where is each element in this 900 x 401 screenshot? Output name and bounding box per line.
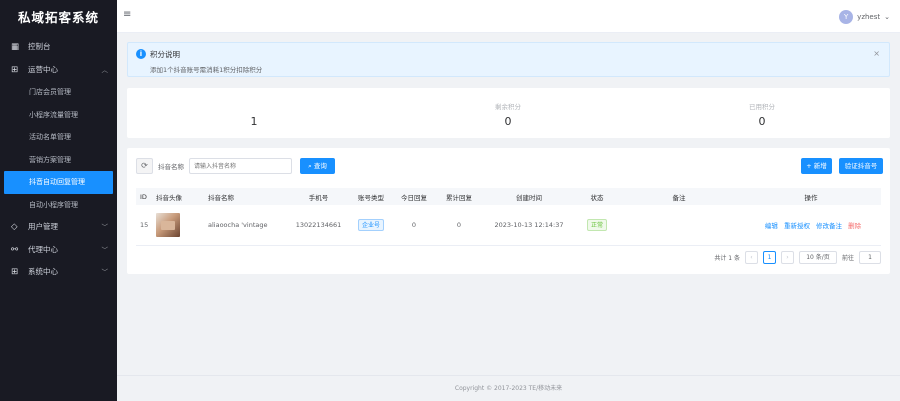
pagination-total: 共计 1 条 [714,255,740,262]
notice-title: 积分说明 [150,50,180,59]
table-header: ID 抖音头像 抖音名称 手机号 账号类型 今日回复 累计回复 创建时间 状态 … [136,188,881,205]
chevron-down-icon: ﹀ [101,268,109,276]
stat-label: 已用积分 [749,103,775,111]
stat-label: 剩余积分 [495,103,521,111]
goto-page-input[interactable]: 1 [859,251,881,264]
chevron-down-icon: ﹀ [101,223,109,231]
douyin-table: ID 抖音头像 抖音名称 手机号 账号类型 今日回复 累计回复 创建时间 状态 … [136,188,881,246]
points-notice: i 积分说明 添加1个抖音账号需消耗1积分扣除积分 × [127,42,890,77]
cell-id: 15 [140,221,149,229]
plus-icon: + [806,162,812,170]
sidebar-item-operations[interactable]: ⊞ 运营中心 ︿ [0,59,117,82]
add-button[interactable]: + 新增 [801,158,832,174]
column-header: 抖音头像 [156,193,182,202]
goto-label: 前往 [841,255,854,262]
stat-value: 1 [250,115,258,128]
column-header: 抖音名称 [208,193,234,202]
column-header: 累计回复 [446,193,472,202]
footer-copyright: Copyright © 2017-2023 TE/移动未来 [117,375,900,401]
share-icon: ⚯ [11,244,19,255]
sidebar-item-label: 系统中心 [28,267,58,276]
dashboard-icon: ▦ [11,42,20,52]
stats-card: 1 剩余积分 0 已用积分 0 [127,88,890,138]
cell-name: aliaoocha 'vintage [208,221,268,229]
table-row: 15 aliaoocha 'vintage 13022134661 企业号 0 … [136,205,881,246]
refresh-button[interactable]: ⟳ [136,158,153,174]
sidebar-subitem-event-list[interactable]: 活动名单管理 [0,126,117,149]
settings-grid-icon: ⊞ [11,267,19,277]
sidebar-subitem-store-members[interactable]: 门店会员管理 [0,81,117,104]
sidebar-item-system[interactable]: ⊞ 系统中心 ﹀ [0,261,117,284]
cell-total: 0 [456,221,462,229]
cell-status: 正常 [577,219,617,231]
column-header: 账号类型 [358,193,384,202]
add-button-label: 新增 [813,162,827,170]
close-icon[interactable]: × [873,49,880,58]
list-panel: ⟳ 抖音名称 ⌕ 查询 + 新增 验证抖音号 ID 抖音头像 抖音名称 手机号 … [127,148,890,274]
hamburger-menu-icon[interactable]: ≡ [123,9,131,20]
status-badge: 正常 [586,219,607,231]
filter-label: 抖音名称 [158,163,184,171]
search-icon: ⌕ [308,162,312,170]
column-header: 状态 [590,193,604,202]
avatar: Y [839,9,854,24]
sidebar-subitem-auto-miniprogram[interactable]: 自动小程序管理 [0,194,117,217]
column-header: 今日回复 [401,193,427,202]
search-button[interactable]: ⌕ 查询 [300,158,335,174]
sidebar-item-dashboard[interactable]: ▦ 控制台 [0,36,117,59]
delete-link[interactable]: 删除 [848,222,861,230]
stat-remaining: 剩余积分 0 [381,88,635,138]
notice-description: 添加1个抖音账号需消耗1积分扣除积分 [150,66,263,74]
grid-icon: ⊞ [11,64,19,75]
search-button-label: 查询 [313,162,327,170]
sidebar-item-agents[interactable]: ⚯ 代理中心 ﹀ [0,239,117,262]
shop-thumbnail-image [156,213,180,237]
cell-today: 0 [411,221,417,229]
page-size-select[interactable]: 10 条/页 [798,251,837,264]
pagination: 共计 1 条 ‹ 1 › 10 条/页 前往 1 [714,251,881,264]
diamond-icon: ◇ [11,222,18,232]
username: yzhest [857,12,881,21]
topbar: ≡ Y yzhest ⌄ [117,0,900,33]
chevron-down-icon: ⌄ [884,12,890,21]
account-type-tag: 企业号 [357,219,384,231]
column-header: 备注 [672,193,686,202]
cell-ops: 编辑 重新授权 修改备注 删除 [741,220,881,230]
column-header: ID [140,192,147,201]
reauthorize-link[interactable]: 重新授权 [784,222,810,230]
column-header: 手机号 [308,193,329,202]
edit-link[interactable]: 编辑 [765,222,778,230]
next-page-button[interactable]: › [780,251,794,264]
column-header: 创建时间 [516,193,542,202]
stat-value: 0 [504,115,512,128]
cell-created: 2023-10-13 12:14:37 [494,221,564,229]
info-icon: i [136,49,146,59]
cell-avatar [156,213,200,237]
app-title: 私域拓客系统 [17,10,99,25]
sidebar-item-label: 运营中心 [28,64,58,74]
douyin-name-input[interactable] [189,158,292,174]
chevron-up-icon: ︿ [101,65,109,74]
sidebar-item-label: 用户管理 [28,222,58,231]
sidebar-item-label: 代理中心 [28,244,58,254]
stat-used: 已用积分 0 [635,88,889,138]
edit-remark-link[interactable]: 修改备注 [816,222,842,230]
refresh-icon: ⟳ [141,161,148,170]
cell-type: 企业号 [351,219,391,231]
stat-total: 1 [127,88,381,138]
chevron-down-icon: ﹀ [101,245,109,254]
page-number-button[interactable]: 1 [762,251,776,264]
sidebar-subitem-douyin-autoreply[interactable]: 抖音自动回复管理 [4,171,113,194]
sidebar: 私域拓客系统 ▦ 控制台 ⊞ 运营中心 ︿ 门店会员管理 小程序流量管理 活动名… [0,0,117,401]
sidebar-subitem-marketing-plans[interactable]: 营销方案管理 [0,149,117,172]
user-menu[interactable]: Y yzhest ⌄ [839,9,890,24]
stat-value: 0 [758,115,766,128]
verify-douyin-button[interactable]: 验证抖音号 [839,158,883,174]
cell-phone: 13022134661 [295,221,342,229]
prev-page-button[interactable]: ‹ [744,251,758,264]
sidebar-item-label: 控制台 [28,42,51,51]
column-header: 操作 [804,193,818,202]
sidebar-item-users[interactable]: ◇ 用户管理 ﹀ [0,216,117,239]
sidebar-subitem-miniprogram-traffic[interactable]: 小程序流量管理 [0,104,117,127]
